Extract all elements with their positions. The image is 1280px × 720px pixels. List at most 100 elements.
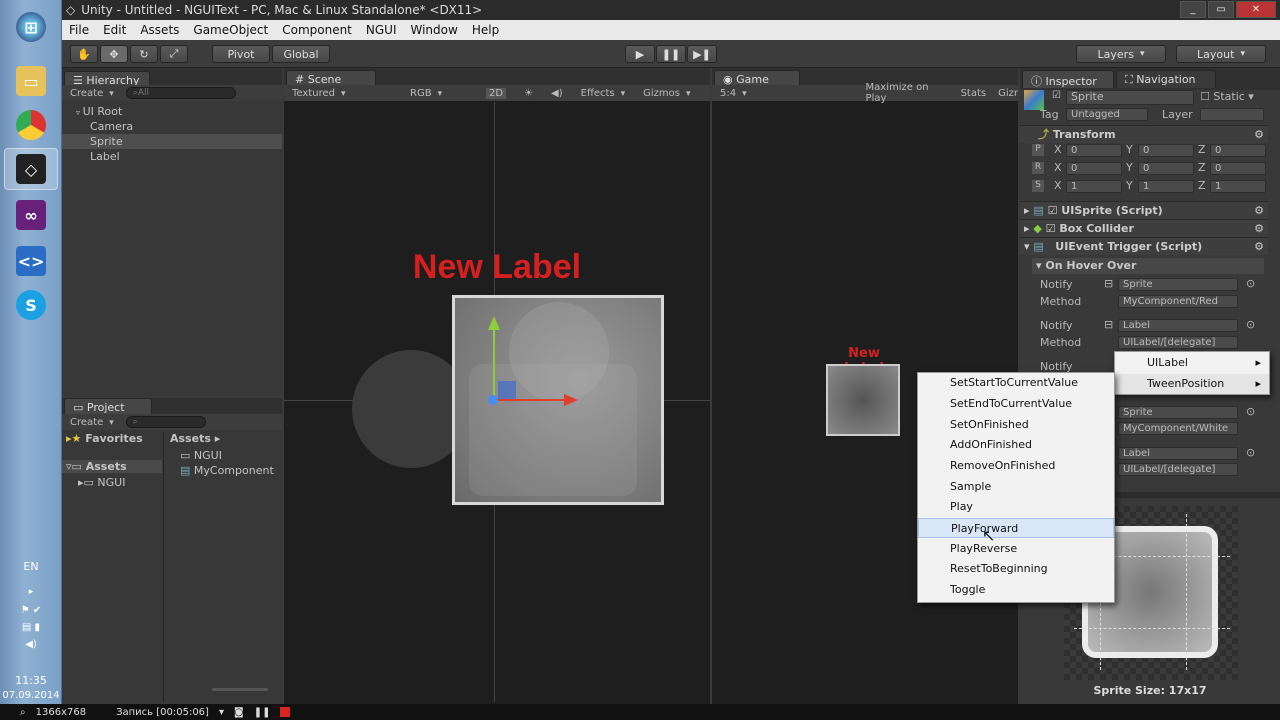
- position-y-field[interactable]: 0: [1138, 144, 1194, 157]
- uisprite-component[interactable]: ▸ ▤ ☑ UISprite (Script) ⚙: [1020, 201, 1268, 219]
- taskbar-skype[interactable]: S: [4, 284, 58, 326]
- menu-item-uilabel[interactable]: UILabel ▸: [1115, 353, 1269, 373]
- taskbar-chrome[interactable]: [4, 104, 58, 146]
- hierarchy-item-ui-root[interactable]: ▿ UI Root: [62, 104, 282, 119]
- tray-expand-icon[interactable]: ▸: [0, 587, 62, 597]
- tree-item-ngui[interactable]: ▸▭ NGUI: [78, 476, 125, 489]
- gear-icon[interactable]: ⚙: [1254, 238, 1264, 255]
- menu-help[interactable]: Help: [465, 23, 506, 37]
- hierarchy-item-label[interactable]: Label: [62, 149, 282, 164]
- taskbar-explorer[interactable]: ▭: [4, 60, 58, 102]
- notify-field-1[interactable]: Sprite: [1118, 278, 1238, 291]
- recording-dropdown-icon[interactable]: ▾: [219, 707, 224, 718]
- object-picker-icon[interactable]: ⊙: [1246, 318, 1255, 331]
- hierarchy-item-camera[interactable]: Camera: [62, 119, 282, 134]
- tab-navigation[interactable]: ⛶ Navigation: [1116, 70, 1216, 88]
- object-name-field[interactable]: Sprite: [1066, 90, 1194, 105]
- hand-tool-button[interactable]: ✋: [70, 45, 98, 63]
- volume-icon[interactable]: ◀): [0, 639, 62, 650]
- remove-notify-button[interactable]: ⊟: [1104, 318, 1113, 331]
- step-button[interactable]: ▶❚: [687, 45, 717, 63]
- method-dropdown-1[interactable]: MyComponent/Red: [1118, 295, 1238, 308]
- box-collider-component[interactable]: ▸ ◆ ☑ Box Collider ⚙: [1020, 219, 1268, 237]
- notify-field-3[interactable]: Sprite: [1118, 406, 1238, 419]
- uievent-trigger-component[interactable]: ▾ ▤ UIEvent Trigger (Script) ⚙: [1020, 237, 1268, 255]
- active-checkbox[interactable]: ☑: [1052, 90, 1061, 101]
- 2d-toggle[interactable]: 2D: [486, 87, 507, 99]
- layers-dropdown[interactable]: Layers: [1076, 45, 1166, 63]
- pivot-handle[interactable]: [488, 395, 498, 405]
- rotation-reset-button[interactable]: R: [1032, 162, 1044, 174]
- rotation-x-field[interactable]: 0: [1066, 162, 1122, 175]
- move-tool-button[interactable]: ✥: [100, 45, 128, 63]
- remove-notify-button[interactable]: ⊟: [1104, 277, 1113, 290]
- clock-time[interactable]: 11:35: [0, 674, 62, 687]
- pause-recording-icon[interactable]: ❚❚: [254, 707, 271, 718]
- static-checkbox[interactable]: ☐ Static ▾: [1200, 90, 1254, 103]
- pivot-toggle[interactable]: Pivot: [212, 45, 270, 63]
- menu-item-playreverse[interactable]: PlayReverse: [918, 539, 1114, 559]
- xy-plane-handle[interactable]: [498, 381, 516, 399]
- menu-gameobject[interactable]: GameObject: [186, 23, 275, 37]
- minimize-button[interactable]: _: [1180, 1, 1206, 18]
- menu-item-toggle[interactable]: Toggle: [918, 580, 1114, 600]
- menu-file[interactable]: File: [62, 23, 96, 37]
- object-picker-icon[interactable]: ⊙: [1246, 405, 1255, 418]
- notify-field-2[interactable]: Label: [1118, 319, 1238, 332]
- position-x-field[interactable]: 0: [1066, 144, 1122, 157]
- tab-inspector[interactable]: ⓘ Inspector: [1022, 70, 1114, 88]
- position-reset-button[interactable]: P: [1032, 144, 1044, 156]
- camera-icon[interactable]: ◙: [234, 707, 244, 718]
- menu-item-playforward[interactable]: PlayForward: [918, 518, 1114, 538]
- maximize-button[interactable]: ▭: [1208, 1, 1234, 18]
- gear-icon[interactable]: ⚙: [1254, 126, 1264, 143]
- effects-dropdown[interactable]: Effects: [581, 88, 626, 99]
- gizmos-dropdown[interactable]: Gizmos: [643, 88, 690, 99]
- lighting-icon[interactable]: ☀: [524, 88, 533, 99]
- transform-component[interactable]: ⤴ Transform ⚙: [1020, 125, 1268, 143]
- scale-x-field[interactable]: 1: [1066, 180, 1122, 193]
- asset-mycomponent-script[interactable]: ▤ MyComponent: [180, 464, 274, 477]
- menu-item-resettobeginning[interactable]: ResetToBeginning: [918, 559, 1114, 579]
- play-button[interactable]: ▶: [625, 45, 655, 63]
- menu-item-removeonfinished[interactable]: RemoveOnFinished: [918, 456, 1114, 476]
- zoom-icon[interactable]: ⌕: [20, 707, 26, 718]
- taskbar-visual-studio[interactable]: ∞: [4, 194, 58, 236]
- position-z-field[interactable]: 0: [1210, 144, 1266, 157]
- menu-assets[interactable]: Assets: [133, 23, 186, 37]
- assets-breadcrumb[interactable]: Assets ▸: [170, 432, 220, 445]
- x-axis-handle[interactable]: [496, 399, 566, 401]
- project-create-button[interactable]: Create: [70, 417, 114, 428]
- clock-date[interactable]: 07.09.2014: [0, 690, 62, 701]
- rotation-y-field[interactable]: 0: [1138, 162, 1194, 175]
- taskbar-code-editor[interactable]: <>: [4, 240, 58, 282]
- hierarchy-create-button[interactable]: Create: [70, 88, 114, 99]
- menu-item-setstarttocurrentvalue[interactable]: SetStartToCurrentValue: [918, 373, 1114, 393]
- object-picker-icon[interactable]: ⊙: [1246, 277, 1255, 290]
- object-picker-icon[interactable]: ⊙: [1246, 446, 1255, 459]
- y-axis-handle[interactable]: [493, 320, 495, 400]
- menu-item-play[interactable]: Play: [918, 497, 1114, 517]
- x-arrow-icon[interactable]: [564, 394, 578, 406]
- method-dropdown-4[interactable]: UILabel/[delegate]: [1118, 463, 1238, 476]
- y-arrow-icon[interactable]: [488, 316, 500, 330]
- gear-icon[interactable]: ⚙: [1254, 202, 1264, 219]
- rgb-dropdown[interactable]: RGB: [410, 88, 468, 99]
- rotation-z-field[interactable]: 0: [1210, 162, 1266, 175]
- hierarchy-item-sprite[interactable]: Sprite: [62, 134, 282, 149]
- audio-icon[interactable]: ◀): [551, 88, 563, 99]
- project-search-input[interactable]: ⌕: [125, 416, 206, 428]
- menu-item-sample[interactable]: Sample: [918, 477, 1114, 497]
- stop-recording-button[interactable]: [280, 707, 291, 717]
- language-indicator[interactable]: EN: [0, 560, 62, 573]
- gear-icon[interactable]: ⚙: [1254, 220, 1264, 237]
- tray-icons[interactable]: ⚑ ✔: [0, 605, 62, 616]
- game-gizmos-toggle[interactable]: Gizr: [998, 88, 1018, 99]
- stats-toggle[interactable]: Stats: [961, 88, 987, 99]
- shading-dropdown[interactable]: Textured: [292, 88, 392, 99]
- asset-ngui-folder[interactable]: ▭ NGUI: [180, 449, 222, 462]
- scale-z-field[interactable]: 1: [1210, 180, 1266, 193]
- layer-dropdown[interactable]: [1200, 108, 1264, 121]
- menu-edit[interactable]: Edit: [96, 23, 133, 37]
- menu-item-addonfinished[interactable]: AddOnFinished: [918, 435, 1114, 455]
